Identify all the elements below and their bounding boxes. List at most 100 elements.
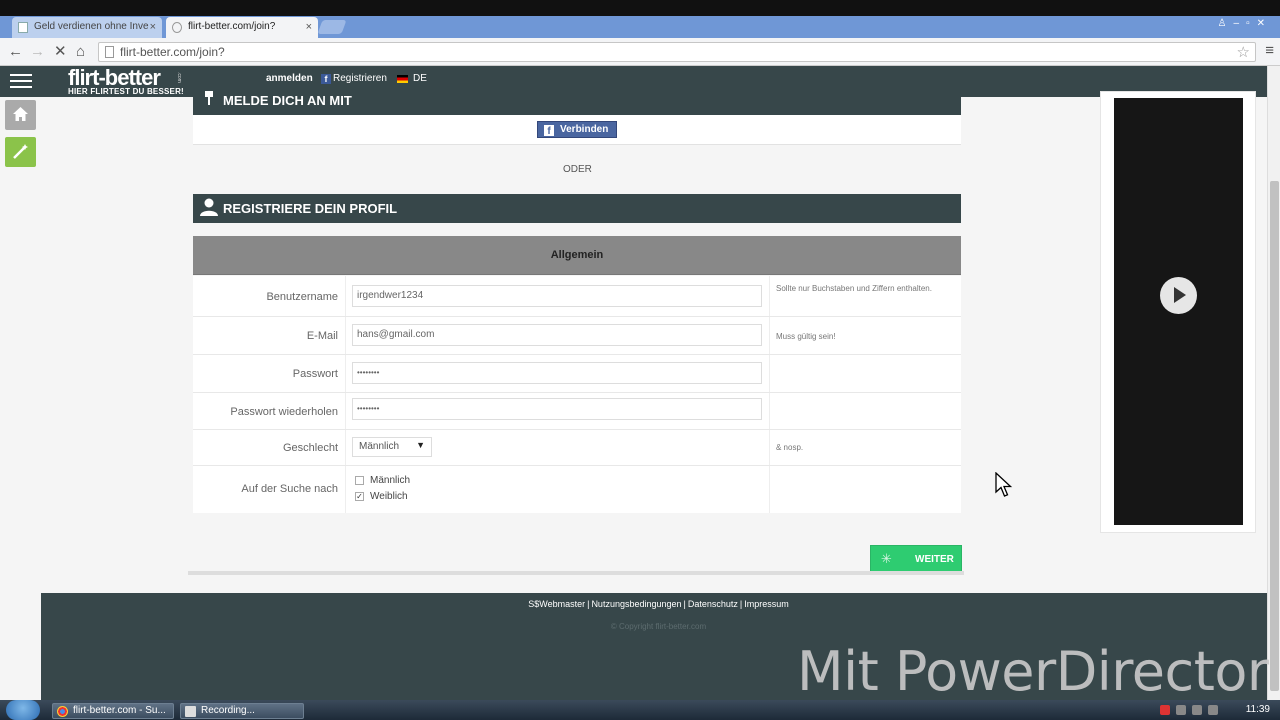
login-with-header: MELDE DICH AN MIT <box>193 91 961 115</box>
login-with-heading: MELDE DICH AN MIT <box>223 93 352 108</box>
form-row-password-repeat: Passwort wiederholen •••••••• <box>193 393 961 430</box>
divider <box>188 571 964 575</box>
chrome-menu-icon[interactable]: ≡ <box>1265 42 1274 59</box>
form-row-gender: Geschlecht Männlich ▼ & nosp. <box>193 430 961 466</box>
close-window-icon[interactable]: ✕ <box>1257 18 1272 29</box>
close-tab-icon[interactable]: × <box>150 17 156 37</box>
gender-hint: & nosp. <box>776 443 804 452</box>
language-selector[interactable]: DE <box>413 73 427 84</box>
house-icon <box>13 107 28 121</box>
register-profile-header: REGISTRIERE DEIN PROFIL <box>193 194 961 223</box>
page-icon <box>105 46 114 58</box>
taskbar-item-label: Recording... <box>201 705 255 716</box>
play-icon[interactable] <box>1160 277 1197 314</box>
stop-loading-icon[interactable]: ✕ <box>54 42 67 62</box>
form-row-email: E-Mail hans@gmail.com Muss gültig sein! <box>193 317 961 355</box>
username-hint: Sollte nur Buchstaben und Ziffern enthal… <box>776 284 932 293</box>
german-flag-icon[interactable] <box>397 75 408 83</box>
footer-link-terms[interactable]: Nutzungsbedingungen <box>591 599 681 609</box>
recorder-icon <box>185 706 196 717</box>
username-label: Benutzername <box>266 291 338 303</box>
checkbox-female-label[interactable]: Weiblich <box>370 491 408 502</box>
side-edit-button[interactable] <box>5 137 36 167</box>
start-button[interactable] <box>6 700 40 720</box>
registration-form: Benutzername irgendwer1234 Sollte nur Bu… <box>193 276 961 513</box>
tray-app-icon[interactable] <box>1160 705 1170 715</box>
checkbox-female[interactable]: ✓ <box>355 492 364 501</box>
email-input[interactable]: hans@gmail.com <box>352 324 762 346</box>
bookmark-star-icon[interactable]: ☆ <box>1237 43 1250 61</box>
browser-tab-active[interactable]: flirt-better.com/join? × <box>166 17 318 38</box>
username-input[interactable]: irgendwer1234 <box>352 285 762 307</box>
scrollbar-thumb[interactable] <box>1270 181 1279 691</box>
logo-tld: .com <box>176 72 182 83</box>
checkbox-male[interactable] <box>355 476 364 485</box>
hamburger-menu-icon[interactable] <box>10 74 32 88</box>
logo-text: flirt-better <box>68 66 161 90</box>
tray-volume-icon[interactable] <box>1192 705 1202 715</box>
address-bar[interactable]: flirt-better.com/join? ☆ <box>98 42 1256 62</box>
system-tray[interactable] <box>1154 704 1234 716</box>
site-logo[interactable]: flirt-better HIER FLIRTEST DU BESSER! <box>68 67 184 96</box>
home-icon[interactable]: ⌂ <box>76 42 85 62</box>
gender-select[interactable]: Männlich ▼ <box>352 437 432 457</box>
password-label: Passwort <box>292 368 338 380</box>
maximize-icon[interactable]: ▫ <box>1246 18 1257 29</box>
close-tab-icon[interactable]: × <box>306 17 312 37</box>
browser-tab[interactable]: Geld verdienen ohne Inve × <box>12 17 162 38</box>
side-home-button[interactable] <box>5 100 36 130</box>
footer-link-privacy[interactable]: Datenschutz <box>688 599 738 609</box>
video-player[interactable] <box>1114 98 1243 525</box>
magic-wand-icon <box>13 144 28 159</box>
password-repeat-label: Passwort wiederholen <box>230 406 338 418</box>
form-row-username: Benutzername irgendwer1234 Sollte nur Bu… <box>193 276 961 317</box>
form-row-password: Passwort •••••••• <box>193 355 961 393</box>
spinner-icon: ✳ <box>881 551 892 566</box>
login-link[interactable]: anmelden <box>266 73 313 84</box>
facebook-connect-button[interactable]: f Verbinden <box>537 121 617 138</box>
logo-slogan: HIER FLIRTEST DU BESSER! <box>68 87 184 96</box>
tab-title: Geld verdienen ohne Inve <box>34 21 149 32</box>
back-icon[interactable]: ← <box>8 42 23 62</box>
tray-flag-icon[interactable] <box>1208 705 1218 715</box>
register-profile-heading: REGISTRIERE DEIN PROFIL <box>223 201 398 216</box>
footer-link-imprint[interactable]: Impressum <box>744 599 789 609</box>
looking-for-label: Auf der Suche nach <box>241 483 338 495</box>
chrome-icon <box>57 706 68 717</box>
forward-icon[interactable]: → <box>30 42 45 62</box>
password-repeat-input[interactable]: •••••••• <box>352 398 762 420</box>
window-controls[interactable]: ♙–▫✕ <box>1218 18 1272 29</box>
tray-network-icon[interactable] <box>1176 705 1186 715</box>
browser-toolbar: ← → ✕ ⌂ flirt-better.com/join? ☆ ≡ <box>0 38 1280 66</box>
mouse-cursor-icon <box>995 472 1013 497</box>
tab-title: flirt-better.com/join? <box>188 21 276 32</box>
page-favicon-icon <box>18 22 28 33</box>
url-text[interactable]: flirt-better.com/join? <box>120 45 225 59</box>
general-section-header: Allgemein <box>193 236 961 275</box>
checkbox-male-label[interactable]: Männlich <box>370 475 410 486</box>
user-icon <box>200 198 218 216</box>
taskbar-item-recorder[interactable]: Recording... <box>180 703 304 719</box>
facebook-connect-label: Verbinden <box>560 124 609 135</box>
gender-selected-value: Männlich <box>359 441 400 452</box>
minimize-icon[interactable]: – <box>1234 18 1247 29</box>
person-icon <box>205 91 213 105</box>
page-viewport: flirt-better HIER FLIRTEST DU BESSER! .c… <box>0 66 1267 700</box>
or-separator: ODER <box>563 164 592 175</box>
facebook-icon: f <box>321 74 331 84</box>
footer-link-webmaster[interactable]: S$Webmaster <box>528 599 585 609</box>
gender-label: Geschlecht <box>282 442 338 454</box>
user-icon[interactable]: ♙ <box>1218 18 1234 29</box>
footer-links: S$Webmaster | Nutzungsbedingungen | Datensch… <box>528 599 789 609</box>
continue-button[interactable]: ✳ WEITER <box>870 545 962 572</box>
page-scrollbar[interactable] <box>1267 66 1280 700</box>
os-taskbar: flirt-better.com - Su... Recording... 11… <box>0 700 1280 720</box>
password-input[interactable]: •••••••• <box>352 362 762 384</box>
clock[interactable]: 11:39 <box>1246 704 1270 715</box>
taskbar-item-browser[interactable]: flirt-better.com - Su... <box>52 703 174 719</box>
register-link[interactable]: Registrieren <box>333 73 387 84</box>
facebook-icon: f <box>544 125 554 137</box>
dropdown-arrow-icon: ▼ <box>416 440 425 450</box>
browser-tab-bar: Geld verdienen ohne Inve × flirt-better.… <box>0 0 1280 38</box>
loading-icon <box>172 22 182 33</box>
